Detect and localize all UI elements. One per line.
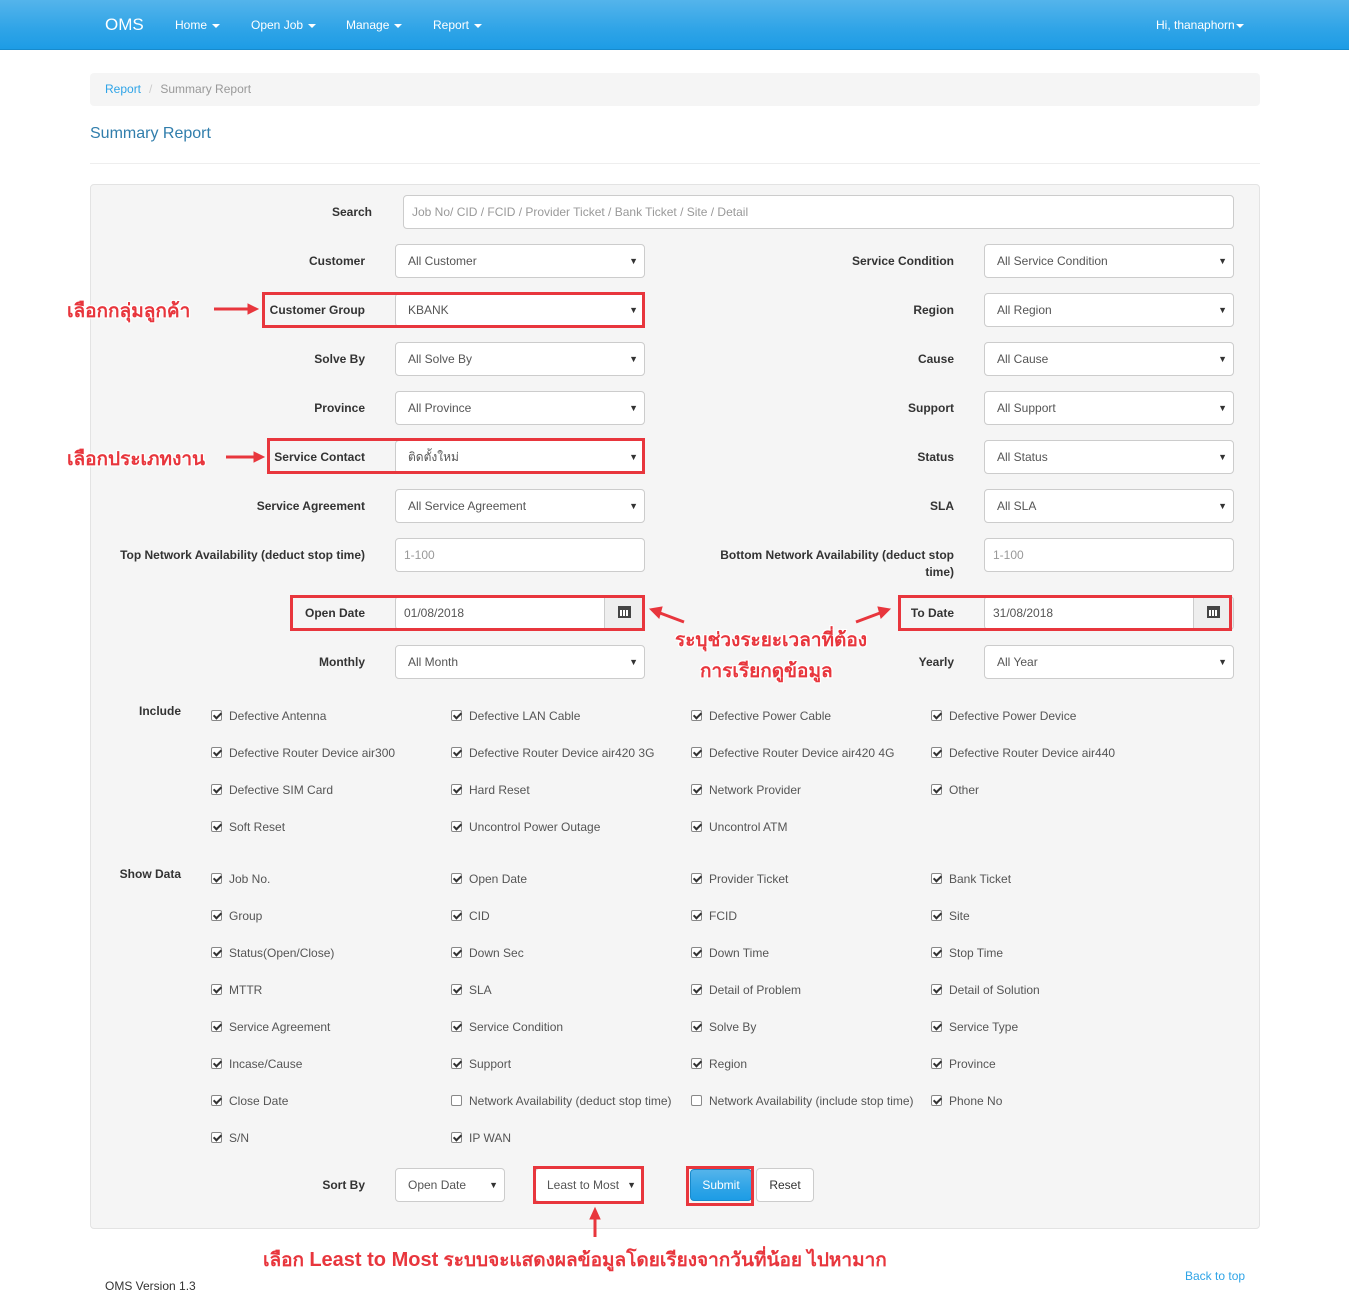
footer-version: OMS Version 1.3 [105, 1279, 196, 1293]
annotation-date-range-2: การเรียกดูข้อมูล [700, 661, 833, 682]
annotation-service-type: เลือกประเภทงาน [67, 449, 206, 470]
back-to-top-link[interactable]: Back to top [1185, 1269, 1245, 1283]
annotation-date-range-1: ระบุช่วงระยะเวลาที่ต้อง [675, 630, 868, 651]
annotation-sort-order: เลือก Least to Most ระบบจะแสดงผลข้อมูลโด… [263, 1249, 887, 1271]
annotation-customer-group: เลือกกลุ่มลูกค้า [67, 301, 191, 322]
